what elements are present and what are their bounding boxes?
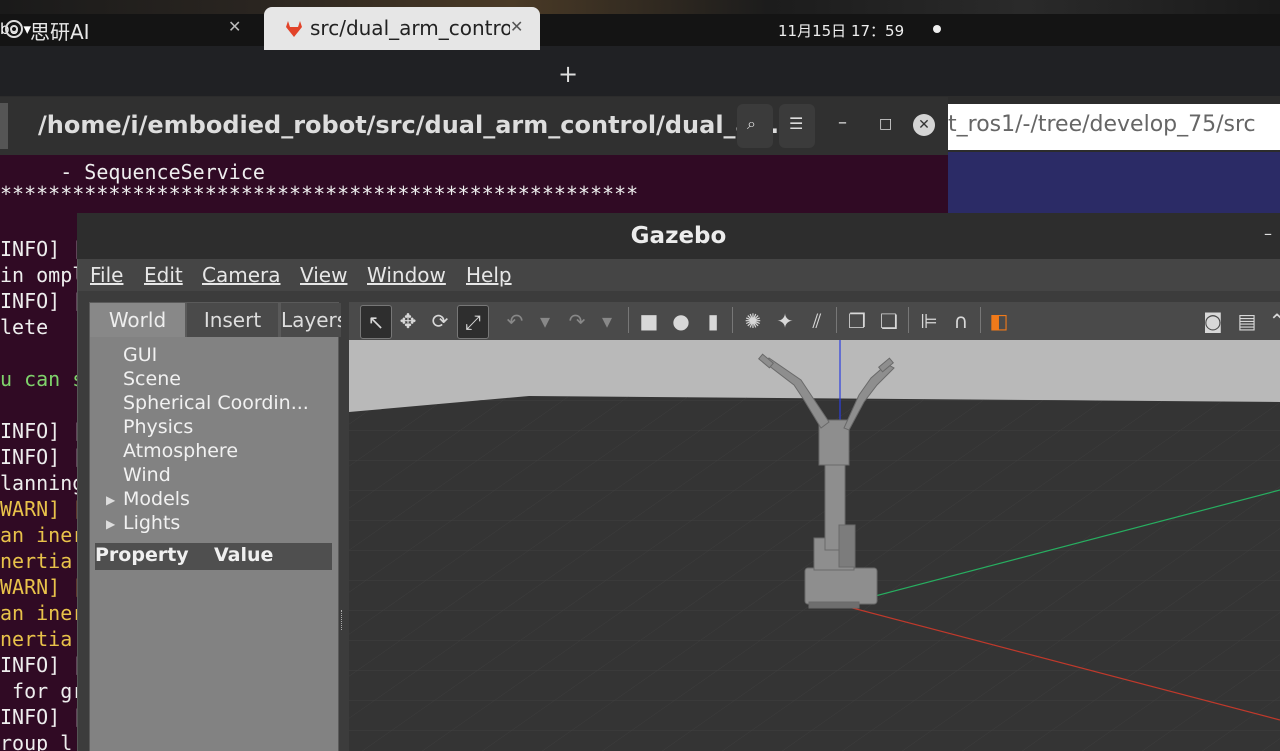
address-bar[interactable]: t_ros1/-/tree/develop_75/src: [948, 104, 1280, 150]
chatgpt-icon: [5, 20, 23, 38]
snap-icon[interactable]: ∩: [946, 305, 976, 337]
align-icon[interactable]: ⊫: [914, 305, 944, 337]
browser-tab-strip: [0, 46, 1280, 96]
terminal-line: roup l: [0, 731, 73, 751]
maximize-button[interactable]: □: [879, 116, 892, 132]
translate-tool-icon[interactable]: ✥: [393, 305, 423, 337]
scene-render: [349, 340, 1280, 751]
terminal-line: INFO] [: [0, 445, 85, 469]
toolbar-separator: [908, 307, 909, 333]
collapse-icon[interactable]: ⌃: [1262, 305, 1280, 337]
tree-item[interactable]: Scene: [123, 368, 181, 390]
url-text: t_ros1/-/tree/develop_75/src: [948, 112, 1256, 137]
terminal-line: nertia.: [0, 627, 85, 651]
value-column-header: Value: [214, 544, 274, 566]
terminal-line: WARN] [: [0, 575, 85, 599]
redo-dropdown-icon[interactable]: ▾: [592, 305, 622, 337]
screenshot-icon[interactable]: ◙: [1198, 305, 1228, 337]
tab-insert[interactable]: Insert: [187, 303, 278, 337]
notification-dot-icon: [933, 25, 941, 33]
sphere-shape-icon[interactable]: ●: [666, 305, 696, 337]
paste-icon[interactable]: ❏: [874, 305, 904, 337]
terminal-line: - SequenceService: [0, 160, 265, 184]
menu-file[interactable]: File: [90, 263, 123, 287]
gitlab-icon: [286, 21, 302, 37]
tree-item[interactable]: Physics: [123, 416, 193, 438]
log-icon[interactable]: ▤: [1232, 305, 1262, 337]
hamburger-icon: ☰: [789, 114, 804, 133]
terminal-line: INFO] [: [0, 705, 85, 729]
terminal-line: u can s: [0, 367, 85, 391]
tree-item[interactable]: Lights: [123, 512, 180, 534]
terminal-line: WARN] [: [0, 497, 85, 521]
copy-icon[interactable]: ❐: [842, 305, 872, 337]
menu-edit[interactable]: Edit: [144, 263, 183, 287]
scale-tool-icon[interactable]: ⤢: [457, 305, 489, 339]
close-button[interactable]: ✕: [913, 114, 935, 136]
terminal-line: INFO] [: [0, 289, 85, 313]
select-tool-icon[interactable]: ↖: [360, 305, 392, 339]
undo-dropdown-icon[interactable]: ▾: [530, 305, 560, 337]
view-angle-icon[interactable]: ◧: [984, 305, 1014, 337]
tab-label: 思研AI: [30, 20, 90, 44]
tree-item[interactable]: Atmosphere: [123, 440, 238, 462]
browser-content: [948, 152, 1280, 214]
panel-splitter-handle[interactable]: [341, 610, 346, 630]
terminal-line: INFO] [: [0, 237, 85, 261]
minimize-button[interactable]: –: [838, 112, 847, 133]
undo-icon[interactable]: ↶: [500, 305, 530, 337]
tree-item[interactable]: Models: [123, 488, 190, 510]
terminal-line: lanning: [0, 471, 85, 495]
browser-tab-gitlab[interactable]: src/dual_arm_control ✕: [264, 7, 540, 50]
directional-light-icon[interactable]: ⫽: [802, 305, 832, 337]
box-shape-icon[interactable]: ■: [634, 305, 664, 337]
close-tab-icon[interactable]: ✕: [510, 17, 523, 36]
3d-viewport[interactable]: [349, 340, 1280, 751]
minimize-button[interactable]: –: [1264, 224, 1272, 243]
search-icon: ⌕: [747, 114, 756, 133]
terminal-line: in ompl: [0, 263, 85, 287]
spot-light-icon[interactable]: ✦: [770, 305, 800, 337]
rotate-tool-icon[interactable]: ⟳: [425, 305, 455, 337]
terminal-line: an iner: [0, 523, 85, 547]
tab-layers[interactable]: Layers: [281, 303, 341, 337]
tree-item[interactable]: Wind: [123, 464, 171, 486]
menu-window[interactable]: Window: [367, 263, 446, 287]
tree-item[interactable]: GUI: [123, 344, 157, 366]
point-light-icon[interactable]: ✺: [738, 305, 768, 337]
terminal-line: for gr: [0, 679, 85, 703]
toolbar-separator: [836, 307, 837, 333]
tab-world[interactable]: World: [90, 303, 185, 337]
menu-view[interactable]: View: [300, 263, 347, 287]
terminal-tab-edge[interactable]: [0, 103, 8, 149]
browser-tab-siyan[interactable]: 思研AI ✕: [0, 7, 258, 50]
tree-item[interactable]: Spherical Coordin...: [123, 392, 309, 414]
cylinder-shape-icon[interactable]: ▮: [698, 305, 728, 337]
redo-icon[interactable]: ↷: [562, 305, 592, 337]
terminal-line: ****************************************…: [0, 182, 639, 206]
terminal-search-button[interactable]: ⌕: [737, 104, 773, 148]
terminal-line: INFO] [: [0, 653, 85, 677]
clock[interactable]: 11月15日 17：59: [778, 20, 904, 41]
toolbar-separator: [732, 307, 733, 333]
terminal-line: INFO] [: [0, 419, 85, 443]
property-column-header: Property: [95, 544, 189, 566]
terminal-title: /home/i/embodied_robot/src/dual_arm_cont…: [38, 111, 780, 139]
menu-camera[interactable]: Camera: [202, 263, 281, 287]
terminal-menu-button[interactable]: ☰: [779, 104, 815, 148]
terminal-line: nertia.: [0, 549, 85, 573]
property-table-header: Property Value: [95, 543, 332, 570]
close-tab-icon[interactable]: ✕: [228, 17, 241, 36]
gazebo-title: Gazebo: [77, 213, 1280, 259]
new-tab-button[interactable]: +: [558, 60, 578, 88]
terminal-line: lete: [0, 315, 49, 339]
toolbar-separator: [628, 307, 629, 333]
menu-help[interactable]: Help: [466, 263, 512, 287]
expand-arrow-icon[interactable]: ▶: [106, 517, 115, 531]
expand-arrow-icon[interactable]: ▶: [106, 493, 115, 507]
tab-label: src/dual_arm_control: [310, 16, 510, 40]
toolbar-separator: [980, 307, 981, 333]
terminal-line: an iner: [0, 601, 85, 625]
